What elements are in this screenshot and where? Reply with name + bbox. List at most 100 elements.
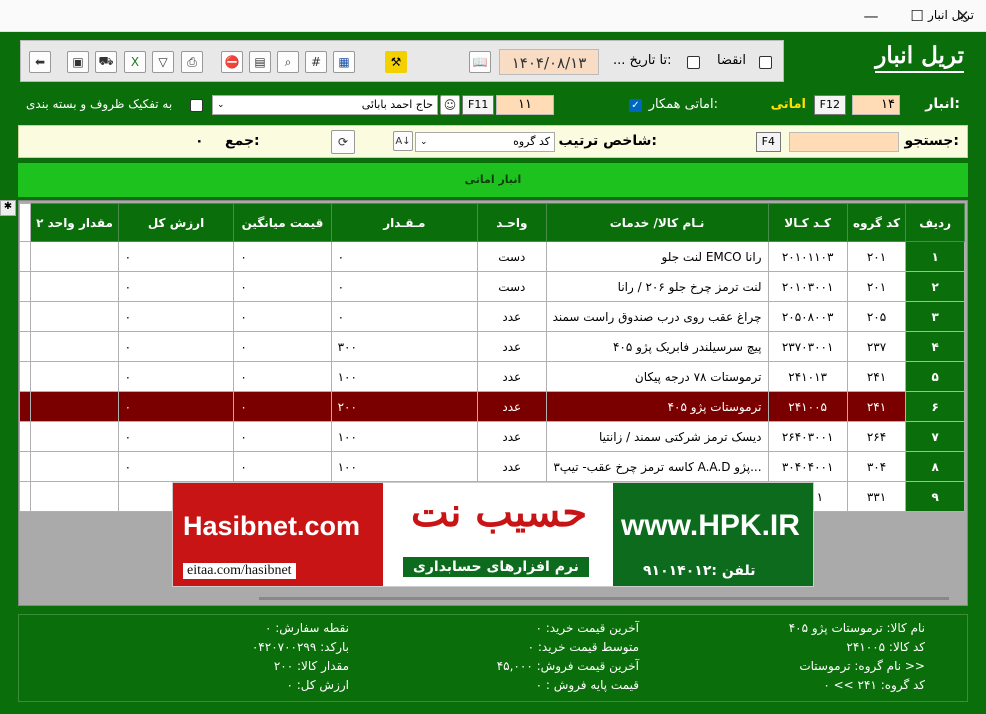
info-value: ۲۴۱۰۰۵ (846, 640, 886, 654)
table-cell: عدد (477, 421, 547, 452)
hash-icon[interactable]: # (305, 51, 327, 73)
toolbar-panel: ⬅ ▣ ⛟ X ▽ ⎙ ⛔ ▤ ⌕ # ▦ ⚒ 📖 ۱۴۰۴/۰۸/۱۳ ...… (20, 40, 784, 82)
table-cell: دست (477, 241, 547, 272)
info-label: آخرین قیمت فروش: (536, 659, 639, 673)
sort-combo[interactable]: کد گروه ⌄ (415, 132, 555, 152)
worker-icon[interactable]: ⚒ (385, 51, 407, 73)
table-cell (30, 421, 119, 452)
table-cell: لنت جلو EMCO رانا (545, 241, 769, 272)
minimize-button[interactable]: — (848, 0, 894, 32)
f11-button[interactable]: F11 (462, 95, 495, 115)
info-label: مقدار کالا: (297, 659, 349, 673)
partner-lookup-icon[interactable]: ☺ (440, 95, 460, 115)
info-row: قیمت پایه فروش : ۰ (349, 678, 639, 697)
col-header[interactable]: مـقـدار (330, 203, 479, 242)
sum-label: جمع: (225, 133, 260, 149)
banner-mid-title: حسیب نت (410, 489, 588, 536)
row-stub (19, 301, 32, 332)
col-header[interactable]: نـام کالا/ خدمات (545, 203, 769, 242)
banner-right-phone: تلفن :۹۱۰۱۴۰۱۲ (643, 563, 756, 579)
footer-col-left: نقطه سفارش: ۰ بارکد: ۰۴۲۰۷۰۰۲۹۹ مقدار کا… (79, 621, 349, 697)
table-cell: ۳۰۴ (846, 451, 907, 482)
col-header[interactable]: قیمت میانگین (233, 203, 332, 242)
sort-az-icon[interactable]: A↓ (393, 131, 413, 151)
header-stub (19, 203, 32, 242)
table-cell: ۷ (905, 421, 965, 452)
grid-settings-icon[interactable]: ✱ (0, 200, 16, 216)
row-stub (19, 241, 32, 272)
grid-view-icon[interactable]: ▦ (333, 51, 355, 73)
table-cell: ۱۰۰ (330, 361, 479, 392)
table-cell: ۰ (117, 271, 235, 302)
info-row: آخرین قیمت فروش: ۴۵,۰۰۰ (349, 659, 639, 678)
date-input[interactable]: ۱۴۰۴/۰۸/۱۳ (499, 49, 599, 75)
table-cell: ۰ (233, 421, 332, 452)
filter-icon[interactable]: ▽ (152, 51, 174, 73)
horizontal-scrollbar[interactable] (259, 597, 949, 600)
print-icon[interactable]: ⎙ (181, 51, 203, 73)
table-row[interactable]: ۰ ۰ ۱۰۰ عدد دیسک ترمز شرکتی سمند / زانتیا ۲۶۴… (19, 421, 965, 452)
partner-name-combo[interactable]: حاج احمد بابائی ⌄ (212, 95, 438, 115)
col-header[interactable]: واحـد (477, 203, 547, 242)
partner-checkbox[interactable]: ✓ (629, 99, 642, 112)
info-row: مقدار کالا: ۲۰۰ (79, 659, 349, 678)
split-packaging-label: به تفکیک ظروف و بسته بندی (26, 97, 173, 111)
col-header[interactable]: ارزش کل (117, 203, 235, 242)
partner-code-input[interactable]: ۱۱ (496, 95, 554, 115)
table-row[interactable]: ۰ ۰ ۳۰۰ عدد پیچ سرسیلندر فابریک پژو ۴۰۵ ۲۳۷۰۳… (19, 331, 965, 362)
calendar-book-icon[interactable]: 📖 (469, 51, 491, 73)
table-row[interactable]: ۰ ۰ ۱۰۰ عدد ترموستات ۷۸ درجه پیکان ۲۴۱۰۱۳ ۲۴۱ ۵ (19, 361, 965, 392)
info-label: کد کالا: (888, 640, 925, 654)
info-row: متوسط قیمت خرید: ۰ (349, 640, 639, 659)
item-info-footer: نام کالا: ترموستات پژو ۴۰۵ کد کالا: ۲۴۱۰… (18, 614, 968, 702)
warehouse-code-input[interactable]: ۱۴ (852, 95, 900, 115)
col-header[interactable]: کـد کـالا (767, 203, 848, 242)
info-row: نام گروه: ترموستات >> (725, 659, 925, 678)
to-date-checkbox[interactable] (687, 56, 700, 69)
col-header[interactable]: مقدار واحد ۲ (30, 203, 119, 242)
stop-icon[interactable]: ⛔ (221, 51, 243, 73)
items-table: مقدار واحد ۲ ارزش کل قیمت میانگین مـقـدا… (19, 203, 965, 512)
save-icon[interactable]: ▣ (67, 51, 89, 73)
split-packaging-checkbox[interactable] (190, 99, 203, 112)
table-cell: ۳۰۴۰۴۰۰۱ (767, 451, 848, 482)
search-row: جستجو: F4 شاخص ترتیب: کد گروه ⌄ A↓ ⟳ جمع… (18, 125, 968, 158)
table-row[interactable]: ۰ ۰ ۰ دست لنت ترمز چرخ جلو ۲۰۶ / رانا ۲۰۱۰۳۰۰… (19, 271, 965, 302)
table-cell: دست (477, 271, 547, 302)
search-document-icon[interactable]: ⌕ (277, 51, 299, 73)
expiry-checkbox[interactable] (759, 56, 772, 69)
table-cell: ۹ (905, 481, 965, 512)
table-cell (30, 481, 119, 512)
table-cell: ۲۴۱ (846, 361, 907, 392)
info-row: نام کالا: ترموستات پژو ۴۰۵ (725, 621, 925, 640)
table-row[interactable]: ۰ ۰ ۱۰۰ عدد کاسه ترمز چرخ عقب- تیپ۳ A.A.D پژ… (19, 451, 965, 482)
info-row: ارزش کل: ۰ (79, 678, 349, 697)
document-icon[interactable]: ▤ (249, 51, 271, 73)
table-cell: ۱۰۰ (330, 421, 479, 452)
f4-button[interactable]: F4 (755, 132, 781, 152)
table-row[interactable]: ۰ ۰ ۲۰۰ عدد ترموستات پژو ۴۰۵ ۲۴۱۰۰۵ ۲۴۱ ۶ (19, 391, 965, 422)
table-cell (30, 241, 119, 272)
search-input[interactable] (789, 132, 899, 152)
f12-button[interactable]: F12 (813, 95, 846, 115)
maximize-button[interactable]: ☐ (894, 0, 940, 32)
refresh-people-icon[interactable]: ⟳ (331, 130, 355, 154)
info-value: ۰ (286, 678, 293, 692)
info-label: آخرین قیمت خرید: (545, 621, 639, 635)
truck-icon[interactable]: ⛟ (95, 51, 117, 73)
excel-icon[interactable]: X (124, 51, 146, 73)
table-row[interactable]: ۰ ۰ ۰ دست لنت جلو EMCO رانا ۲۰۱۰۱۱۰۳ ۲۰۱ ۱ (19, 241, 965, 272)
close-window-button[interactable]: ✕ (940, 0, 986, 32)
back-arrow-icon[interactable]: ⬅ (29, 51, 51, 73)
col-header[interactable]: کد گروه (846, 203, 907, 242)
info-row: کد گروه: ۲۴۱ >> ۰ (725, 678, 925, 697)
banner-left-sub: eitaa.com/hasibnet (183, 563, 296, 579)
sort-label: شاخص ترتیب: (558, 133, 657, 149)
info-value: ۰ (264, 621, 272, 635)
col-header[interactable]: ردیف (905, 203, 965, 242)
advertisement-banner[interactable]: Hasibnet.com eitaa.com/hasibnet حسیب نت … (172, 482, 814, 587)
table-row[interactable]: ۰ ۰ ۰ عدد چراغ عقب روی درب صندوق راست سمند ۲۰… (19, 301, 965, 332)
table-cell: ۲۰۱۰۱۱۰۳ (767, 241, 848, 272)
table-cell: دیسک ترمز شرکتی سمند / زانتیا (545, 421, 769, 452)
table-cell: ۰ (233, 451, 332, 482)
